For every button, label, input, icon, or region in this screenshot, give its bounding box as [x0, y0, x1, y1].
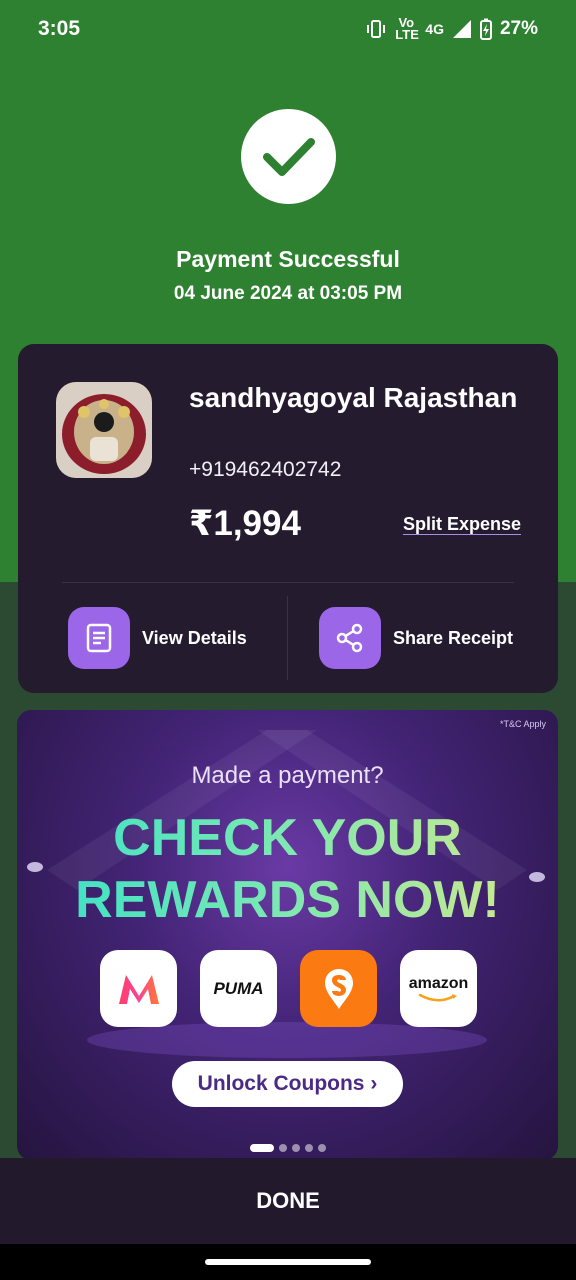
carousel-dot[interactable] [305, 1144, 313, 1152]
banner-headline-line2: REWARDS NOW! [17, 870, 558, 930]
payment-datetime: 04 June 2024 at 03:05 PM [173, 283, 403, 304]
carousel-indicator [250, 1144, 326, 1152]
card-divider [62, 582, 514, 583]
share-receipt-button[interactable]: Share Receipt [319, 607, 513, 669]
document-icon [68, 607, 130, 669]
vibrate-icon [367, 20, 386, 38]
status-icons: Vo LTE 4G 27% [365, 15, 538, 42]
carousel-dot[interactable] [279, 1144, 287, 1152]
payment-status-title: Payment Successful [176, 246, 400, 272]
check-icon [241, 109, 336, 204]
volte-label: Vo LTE [395, 15, 419, 42]
battery-percent: 27% [499, 18, 538, 39]
payee-name: sandhyagoyal Rajasthan [189, 382, 518, 413]
myntra-logo-icon [100, 950, 177, 1027]
network-type: 4G [425, 21, 444, 37]
banner-headline-line1: CHECK YOUR [17, 808, 558, 868]
banner-subtitle: Made a payment? [191, 762, 384, 789]
terms-label: *T&C Apply [499, 719, 546, 729]
status-bar: 3:05 Vo LTE 4G 27% [0, 0, 576, 58]
home-gesture-handle[interactable] [205, 1259, 371, 1265]
puma-logo-icon: PUMA [200, 950, 277, 1027]
carousel-dot[interactable] [318, 1144, 326, 1152]
puma-logo-text: PUMA [213, 978, 264, 998]
signal-icon [452, 20, 471, 38]
payee-avatar [56, 382, 152, 478]
share-receipt-label: Share Receipt [393, 627, 514, 648]
carousel-dot[interactable] [250, 1144, 274, 1152]
payment-card: sandhyagoyal Rajasthan +919462402742 ₹1,… [18, 344, 558, 693]
done-button[interactable]: DONE [0, 1158, 576, 1244]
swiggy-logo-icon [300, 950, 377, 1027]
battery-icon [479, 18, 492, 40]
view-details-label: View Details [142, 627, 247, 648]
payment-amount: ₹1,994 [189, 504, 301, 543]
view-details-button[interactable]: View Details [68, 607, 247, 669]
share-icon [319, 607, 381, 669]
status-time: 3:05 [38, 17, 81, 40]
carousel-dot[interactable] [292, 1144, 300, 1152]
card-vertical-divider [287, 596, 288, 680]
split-expense-link[interactable]: Split Expense [403, 514, 521, 535]
amazon-logo-icon: amazon [400, 950, 477, 1027]
rewards-banner[interactable]: *T&C Apply Made a payment? CHECK YOUR RE… [17, 710, 558, 1160]
unlock-coupons-button[interactable]: Unlock Coupons › [172, 1061, 403, 1107]
amazon-logo-text: amazon [408, 974, 469, 992]
brand-logos: PUMA amazon [100, 950, 480, 1028]
payee-phone: +919462402742 [189, 458, 342, 481]
